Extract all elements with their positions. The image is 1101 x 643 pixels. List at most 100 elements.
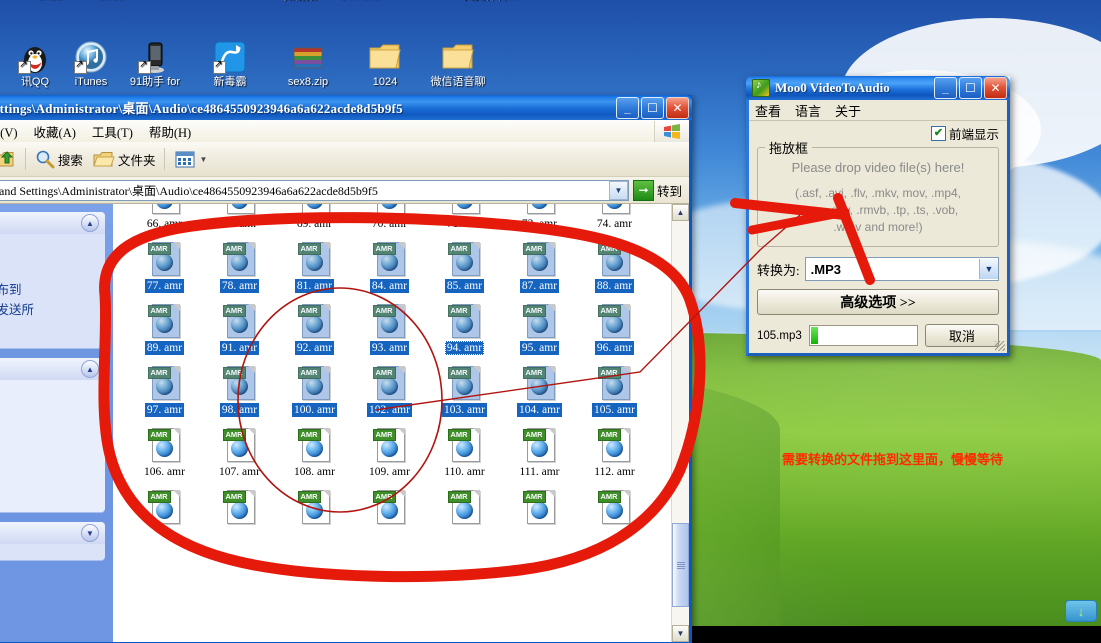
moo0-close-button[interactable]: ✕ — [984, 77, 1007, 99]
resize-grip-icon[interactable] — [995, 341, 1005, 351]
sidebar-link[interactable]: 项目 — [0, 320, 97, 340]
up-button[interactable] — [0, 146, 20, 172]
chevron-up-icon[interactable]: ▲ — [81, 214, 99, 232]
chevron-down-icon[interactable]: ▼ — [608, 180, 628, 200]
sidebar-panel-header-2[interactable]: ▲ — [0, 358, 105, 380]
file-item[interactable]: AMR 84. amr — [352, 232, 427, 294]
file-item[interactable]: AMR 78. amr — [202, 232, 277, 294]
menu-item-tools[interactable]: 工具(T) — [84, 120, 141, 143]
file-item[interactable]: AMR 94. amr — [427, 294, 502, 356]
desktop-icon-sex8.zip[interactable]: sex8.zip — [265, 40, 351, 88]
search-label: 搜索 — [57, 153, 83, 168]
file-list-view[interactable]: AMR52. amrAMR53. amrAMR57. amrAMR59. amr… — [113, 204, 689, 642]
folders-button[interactable]: 文件夹 — [89, 147, 160, 172]
file-item[interactable]: AMR 70. amr — [352, 204, 427, 232]
cancel-button[interactable]: 取消 — [925, 324, 999, 347]
file-item[interactable]: AMR 67. amr — [202, 204, 277, 232]
file-name-label: 96. amr — [594, 341, 635, 355]
file-item[interactable]: AMR 66. amr — [127, 204, 202, 232]
file-item[interactable]: AMR 96. amr — [577, 294, 652, 356]
file-item[interactable]: AMR 100. amr — [277, 356, 352, 418]
file-item[interactable]: AMR 77. amr — [127, 232, 202, 294]
chevron-down-icon-2[interactable]: ▼ — [81, 524, 99, 542]
address-input[interactable]: ocuments and Settings\Administrator\桌面\A… — [0, 179, 629, 201]
file-item[interactable]: AMR 88. amr — [577, 232, 652, 294]
moo0-maximize-button[interactable]: ☐ — [959, 77, 982, 99]
file-item[interactable]: AMR — [277, 480, 352, 542]
desktop-icon-微信语音聊[interactable]: 微信语音聊 — [415, 40, 501, 88]
file-item[interactable]: AMR 103. amr — [427, 356, 502, 418]
file-item[interactable]: AMR 89. amr — [127, 294, 202, 356]
file-item[interactable]: AMR 98. amr — [202, 356, 277, 418]
scrollbar-thumb[interactable] — [672, 523, 689, 607]
file-item[interactable]: AMR 105. amr — [577, 356, 652, 418]
file-item[interactable]: AMR 87. amr — [502, 232, 577, 294]
file-item[interactable]: AMR 93. amr — [352, 294, 427, 356]
file-item[interactable]: AMR 92. amr — [277, 294, 352, 356]
chevron-up-icon-2[interactable]: ▲ — [81, 360, 99, 378]
file-item[interactable]: AMR 97. amr — [127, 356, 202, 418]
sidebar-panel-header[interactable]: 夹任务 ▲ — [0, 212, 105, 234]
file-item[interactable]: AMR 74. amr — [577, 204, 652, 232]
scroll-down-button[interactable]: ▼ — [672, 625, 689, 642]
download-arrow-icon[interactable]: ↓ — [1065, 600, 1097, 622]
checkbox-icon[interactable]: ✔ — [930, 126, 946, 141]
file-item[interactable]: AMR — [427, 480, 502, 542]
file-item[interactable]: AMR 91. amr — [202, 294, 277, 356]
desktop-icon-新毒霸[interactable]: 新毒霸 — [187, 40, 273, 88]
close-button[interactable]: ✕ — [666, 96, 689, 119]
moo0-menu-view[interactable]: 查看 — [755, 101, 781, 120]
sidebar-link[interactable]: 项目 — [0, 260, 97, 280]
advanced-options-button[interactable]: 高级选项 >> — [757, 289, 999, 315]
menu-item-favorites[interactable]: 收藏(A) — [26, 120, 84, 143]
minimize-button[interactable]: _ — [616, 96, 639, 119]
menu-item-help[interactable]: 帮助(H) — [141, 120, 199, 143]
file-item[interactable]: AMR — [127, 480, 202, 542]
search-button[interactable]: 搜索 — [31, 146, 87, 172]
moo0-minimize-button[interactable]: _ — [934, 77, 957, 99]
chevron-down-icon-combo[interactable]: ▼ — [979, 259, 998, 279]
sidebar-panel-header-3[interactable]: ▼ — [0, 522, 105, 544]
sidebar-link[interactable]: 项目 — [0, 240, 97, 260]
explorer-window[interactable]: ts and Settings\Administrator\桌面\Audio\c… — [0, 95, 692, 643]
views-button[interactable]: ▼ — [170, 147, 211, 172]
file-item[interactable]: AMR 109. amr — [352, 418, 427, 480]
file-item[interactable]: AMR 69. amr — [277, 204, 352, 232]
maximize-button[interactable]: ☐ — [641, 96, 664, 119]
file-item[interactable]: AMR 106. amr — [127, 418, 202, 480]
moo0-videotoaudio-window[interactable]: Moo0 VideoToAudio _ ☐ ✕ 查看 语言 关于 ✔ 前端显示 … — [746, 76, 1010, 356]
moo0-menu-language[interactable]: 语言 — [795, 101, 821, 120]
sidebar-link[interactable]: 件形式发送所 — [0, 300, 97, 320]
scrollbar-track[interactable] — [672, 221, 689, 625]
sidebar-panel-other-places[interactable]: ▲ — [0, 358, 105, 512]
file-item[interactable]: AMR — [502, 480, 577, 542]
scroll-up-button[interactable]: ▲ — [672, 204, 689, 221]
file-item[interactable]: AMR 71. amr — [427, 204, 502, 232]
output-format-select[interactable]: .MP3 ▼ — [804, 257, 999, 281]
moo0-titlebar[interactable]: Moo0 VideoToAudio _ ☐ ✕ — [746, 76, 1010, 100]
drop-zone[interactable]: 拖放框 Please drop video file(s) here! (.as… — [757, 138, 999, 247]
go-button[interactable]: ➞ 转到 — [632, 179, 686, 201]
menu-item-view[interactable]: 查看(V) — [0, 120, 26, 143]
file-item[interactable]: AMR 110. amr — [427, 418, 502, 480]
explorer-titlebar[interactable]: ts and Settings\Administrator\桌面\Audio\c… — [0, 95, 692, 120]
file-item[interactable]: AMR 111. amr — [502, 418, 577, 480]
file-item[interactable]: AMR 102. amr — [352, 356, 427, 418]
file-item[interactable]: AMR 108. amr — [277, 418, 352, 480]
file-item[interactable]: AMR — [352, 480, 427, 542]
file-item[interactable]: AMR — [577, 480, 652, 542]
file-item[interactable]: AMR — [202, 480, 277, 542]
file-item[interactable]: AMR 85. amr — [427, 232, 502, 294]
file-item[interactable]: AMR 81. amr — [277, 232, 352, 294]
file-item[interactable]: AMR 107. amr — [202, 418, 277, 480]
sidebar-panel-folder-tasks[interactable]: 夹任务 ▲ 项目 项目 项目发布到 件形式发送所 项目 — [0, 212, 105, 348]
sidebar-link[interactable]: 项目发布到 — [0, 280, 97, 300]
moo0-menu-about[interactable]: 关于 — [835, 101, 861, 120]
file-item[interactable]: AMR 73. amr — [502, 204, 577, 232]
file-item[interactable]: AMR 104. amr — [502, 356, 577, 418]
file-list-scrollbar[interactable]: ▲ ▼ — [671, 204, 689, 642]
desktop-icon-91助手 for[interactable]: 91助手 for — [112, 40, 198, 88]
sidebar-panel-details[interactable]: ▼ — [0, 522, 105, 560]
file-item[interactable]: AMR 112. amr — [577, 418, 652, 480]
file-item[interactable]: AMR 95. amr — [502, 294, 577, 356]
